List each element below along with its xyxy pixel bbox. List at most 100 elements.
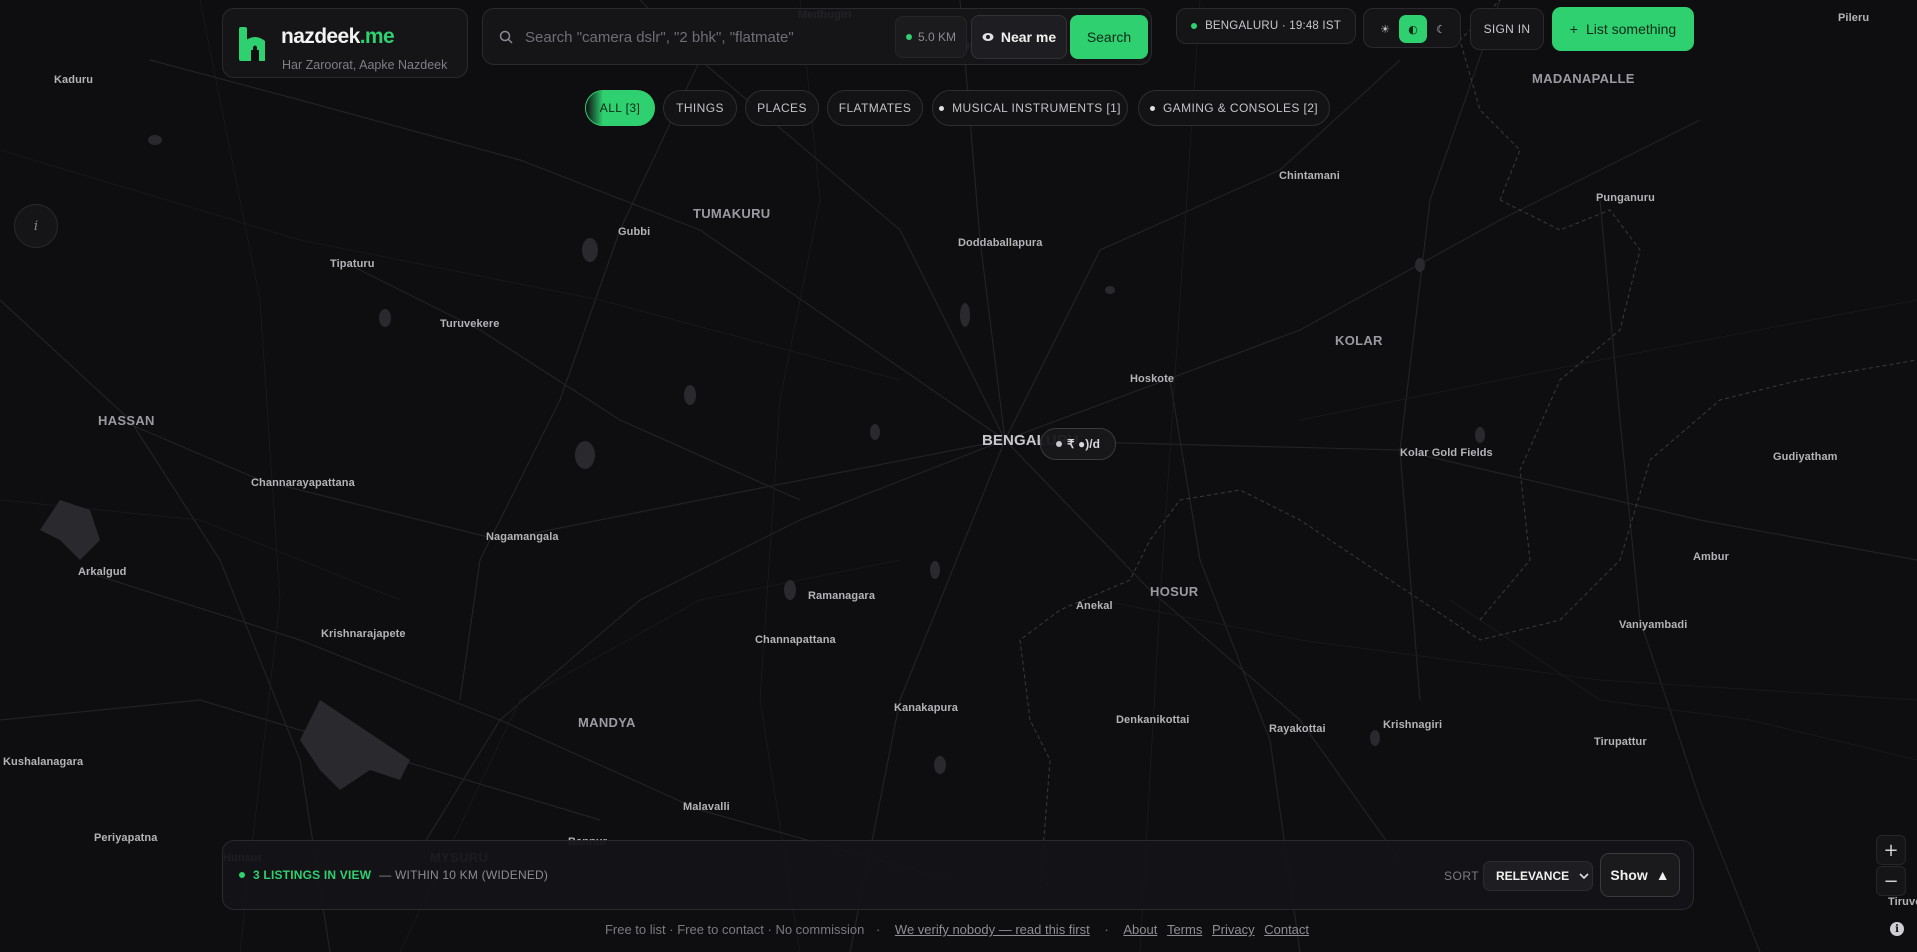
- category-chips: ALL [3] THINGS PLACES FLATMATES MUSICAL …: [0, 90, 1917, 126]
- near-me-button[interactable]: Near me: [971, 15, 1067, 59]
- map-label: KOLAR: [1335, 333, 1383, 348]
- footer-link-terms[interactable]: Terms: [1167, 922, 1202, 937]
- show-listings-button[interactable]: Show ▲: [1600, 853, 1680, 897]
- map-label: Hoskote: [1130, 373, 1175, 385]
- search-button[interactable]: Search: [1070, 15, 1148, 59]
- brand-name-text: nazdeek: [281, 25, 360, 48]
- listings-status: 3 LISTINGS IN VIEW — WITHIN 10 KM (WIDEN…: [239, 868, 548, 882]
- map-label: Anekal: [1076, 600, 1113, 612]
- footer-separator: ·: [1104, 922, 1109, 937]
- brand-tagline: Har Zaroorat, Aapke Nazdeek: [282, 58, 448, 72]
- map-label: Arkalgud: [78, 566, 127, 578]
- zoom-in-button[interactable]: +: [1876, 835, 1906, 865]
- radius-dot-icon: [905, 34, 912, 40]
- chip-label: PLACES: [757, 101, 807, 115]
- search-icon: [499, 30, 513, 44]
- map-label: TUMAKURU: [693, 206, 771, 221]
- map-label: Tiruvo: [1888, 896, 1917, 908]
- footer-link-contact[interactable]: Contact: [1264, 922, 1309, 937]
- chip-label: GAMING & CONSOLES [2]: [1162, 101, 1319, 115]
- listings-status-dot-icon: [239, 872, 245, 878]
- listings-scope: — WITHIN 10 KM (WIDENED): [379, 868, 549, 882]
- brand-card[interactable]: nazdeek.me Har Zaroorat, Aapke Nazdeek: [222, 8, 468, 78]
- map-label: Kaduru: [54, 74, 94, 86]
- marker-label: ₹ ●)/d: [1067, 437, 1100, 451]
- map-label: Nagamangala: [486, 531, 559, 543]
- chip-all[interactable]: ALL [3]: [585, 90, 655, 126]
- map-label: Kushalanagara: [3, 756, 84, 768]
- map-label: Kanakapura: [894, 702, 958, 714]
- theme-dark-icon[interactable]: ☾: [1427, 15, 1455, 43]
- sort-label: SORT: [1444, 869, 1480, 883]
- chip-places[interactable]: PLACES: [745, 90, 819, 126]
- listing-marker[interactable]: ₹ ●)/d: [1040, 428, 1116, 460]
- footer-separator: ·: [875, 922, 881, 937]
- theme-light-icon[interactable]: ☀: [1371, 15, 1399, 43]
- chip-gaming-consoles[interactable]: GAMING & CONSOLES [2]: [1138, 90, 1330, 126]
- chip-musical-instruments[interactable]: MUSICAL INSTRUMENTS [1]: [932, 90, 1128, 126]
- map-label: Gudiyatham: [1773, 451, 1838, 463]
- map-label: Kolar Gold Fields: [1400, 447, 1493, 459]
- map-canvas[interactable]: [0, 0, 1917, 952]
- map-label: Ambur: [1693, 551, 1729, 563]
- map-label: Doddaballapura: [958, 237, 1043, 249]
- chip-label: THINGS: [676, 101, 724, 115]
- listings-count: 3 LISTINGS IN VIEW: [253, 868, 372, 882]
- map-label: Punganuru: [1596, 192, 1655, 204]
- footer-link-privacy[interactable]: Privacy: [1212, 922, 1255, 937]
- radius-chip[interactable]: 5.0 KM: [895, 16, 967, 58]
- map-label: HASSAN: [98, 413, 155, 428]
- clock-label: BENGALURU · 19:48 IST: [1205, 20, 1341, 32]
- sort-value: RELEVANCE: [1496, 869, 1570, 883]
- marker-dot-icon: [1056, 441, 1063, 447]
- map-label: HOSUR: [1150, 584, 1199, 599]
- map-label: Channarayapattana: [251, 477, 355, 489]
- chip-label: FLATMATES: [838, 101, 912, 115]
- map-label: Ramanagara: [808, 590, 876, 602]
- theme-toggle: ☀ ◐ ☾: [1363, 8, 1461, 48]
- near-me-label: Near me: [1000, 29, 1057, 45]
- chevron-up-icon: ▲: [1655, 867, 1670, 883]
- map-label: Rayakottai: [1269, 723, 1326, 735]
- brand-tld: .me: [359, 25, 395, 48]
- chip-dot-icon: [939, 105, 945, 111]
- map-label: Krishnarajapete: [321, 628, 406, 640]
- chip-things[interactable]: THINGS: [663, 90, 737, 126]
- clock-status-dot-icon: [1191, 23, 1198, 29]
- map-label: Periyapatna: [94, 832, 158, 844]
- footer-link-about[interactable]: About: [1123, 922, 1157, 937]
- chevron-down-icon: [1579, 873, 1589, 879]
- brand-name: nazdeek.me: [281, 25, 395, 49]
- map-label: Malavalli: [683, 801, 730, 813]
- theme-auto-icon[interactable]: ◐: [1399, 15, 1427, 43]
- city-clock: BENGALURU · 19:48 IST: [1176, 8, 1356, 44]
- footer-text: Free to list · Free to contact · No comm…: [604, 922, 865, 937]
- listings-bar: 3 LISTINGS IN VIEW — WITHIN 10 KM (WIDEN…: [222, 840, 1694, 910]
- map-label: Turuvekere: [440, 318, 500, 330]
- attribution-icon[interactable]: i: [1890, 922, 1904, 936]
- map-label: Denkanikottai: [1116, 714, 1190, 726]
- footer: Free to list · Free to contact · No comm…: [0, 922, 1917, 937]
- radius-value: 5.0 KM: [917, 30, 956, 44]
- map-label: Krishnagiri: [1383, 719, 1443, 731]
- search-bar: 5.0 KM Near me Search: [482, 8, 1152, 65]
- eye-icon: [982, 33, 994, 41]
- sort-select[interactable]: RELEVANCE: [1483, 861, 1593, 891]
- map-label: MADANAPALLE: [1532, 71, 1635, 86]
- chip-flatmates[interactable]: FLATMATES: [827, 90, 923, 126]
- list-something-button[interactable]: + List something: [1552, 7, 1694, 51]
- map-label: MANDYA: [578, 715, 636, 730]
- zoom-out-button[interactable]: −: [1876, 866, 1906, 896]
- map-label: Chintamani: [1279, 170, 1340, 182]
- footer-link-verify[interactable]: We verify nobody — read this first: [895, 922, 1090, 937]
- chip-label: MUSICAL INSTRUMENTS [1]: [952, 101, 1121, 115]
- chip-dot-icon: [1149, 105, 1155, 111]
- map-label: Tipaturu: [330, 258, 375, 270]
- info-icon[interactable]: i: [14, 204, 58, 248]
- map-label: Channapattana: [755, 634, 836, 646]
- map-label: Gubbi: [618, 226, 651, 238]
- logo-icon: [239, 27, 265, 61]
- sign-in-button[interactable]: SIGN IN: [1470, 8, 1544, 50]
- chip-label: ALL [3]: [599, 101, 641, 115]
- show-label: Show: [1610, 867, 1648, 883]
